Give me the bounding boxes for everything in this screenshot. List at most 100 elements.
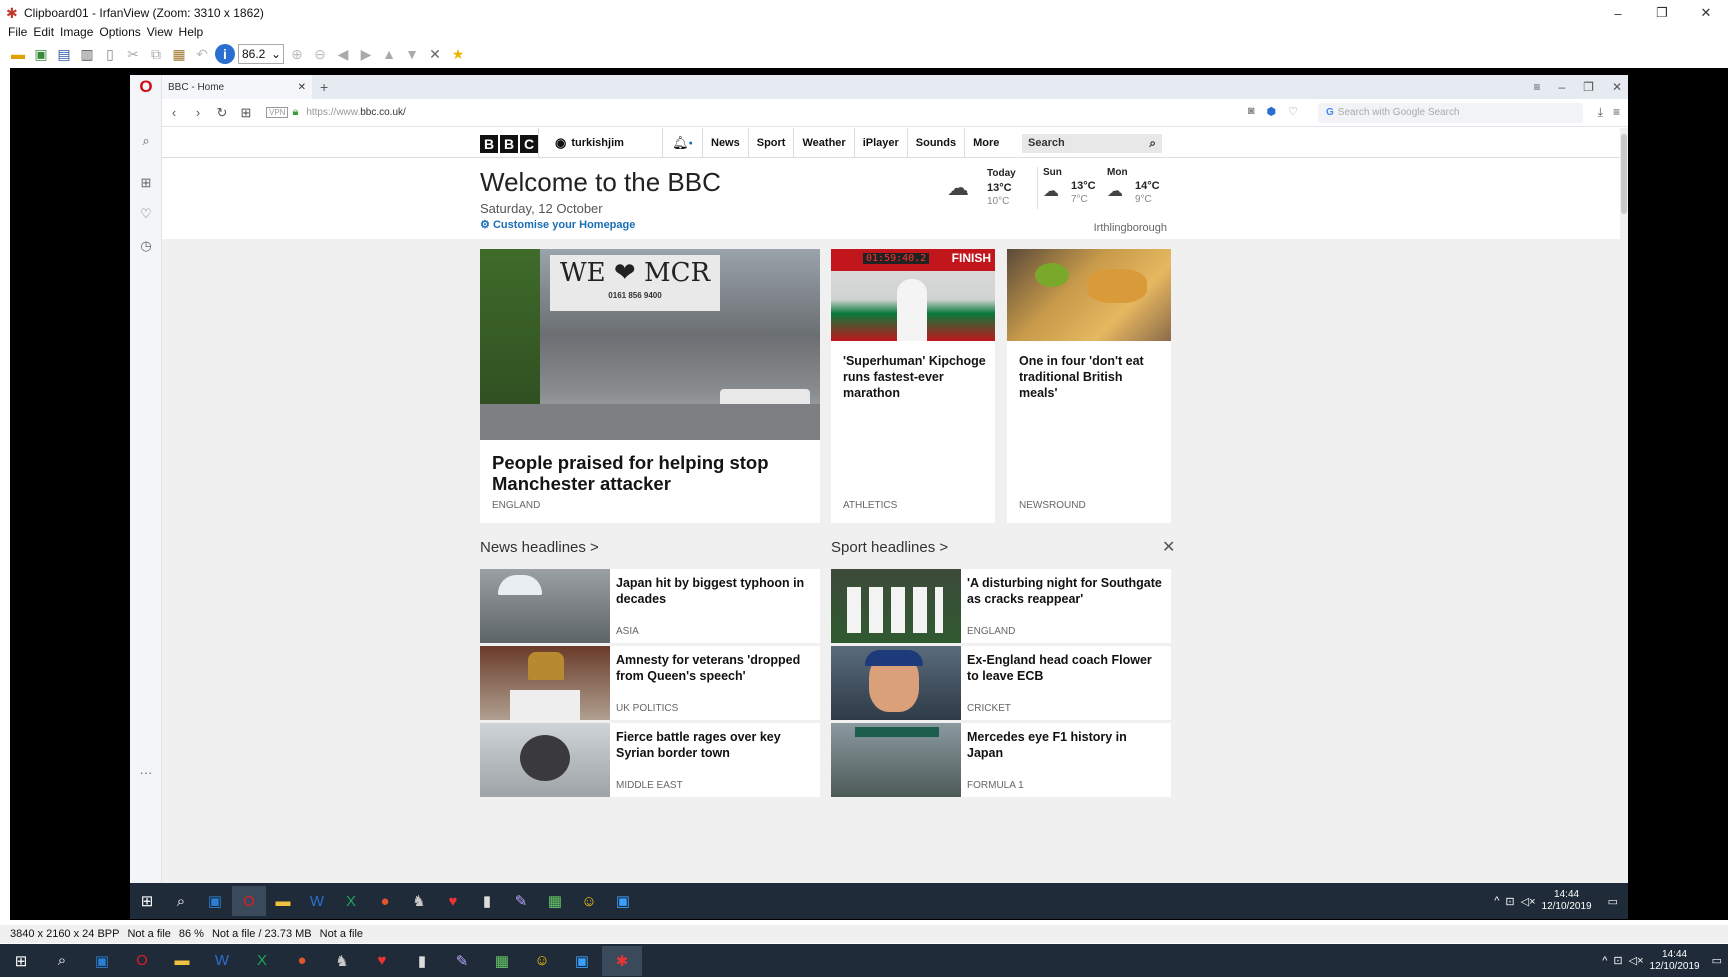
next-arrow-icon[interactable]: ▶ <box>356 44 376 64</box>
tabs-grid-icon[interactable]: ⊞ <box>234 105 258 121</box>
nav-sounds[interactable]: Sounds <box>906 128 964 158</box>
google-search-field[interactable]: G Search with Google Search <box>1318 103 1583 123</box>
app-icon[interactable]: ▮ <box>402 946 442 976</box>
save-icon[interactable]: ▤ <box>54 44 74 64</box>
story-tag[interactable]: ATHLETICS <box>843 500 897 511</box>
list-item[interactable]: Fierce battle rages over key Syrian bord… <box>480 723 820 797</box>
sport-headline[interactable]: Mercedes eye F1 history in Japan <box>967 729 1162 761</box>
delete-icon[interactable]: ▯ <box>100 44 120 64</box>
outlook-icon[interactable]: ▣ <box>198 886 232 916</box>
close-icon[interactable]: ✕ <box>1162 537 1175 557</box>
search-icon[interactable]: ⌕ <box>130 133 162 149</box>
bbc-logo[interactable]: BBC <box>480 135 538 153</box>
app-icon[interactable]: ☺ <box>572 886 606 916</box>
camera-icon[interactable]: ◙ <box>1248 105 1255 118</box>
copy-icon[interactable]: ⧉ <box>146 44 166 64</box>
slideshow-icon[interactable]: ▣ <box>31 44 51 64</box>
sky-icon[interactable]: ▣ <box>562 946 602 976</box>
top-story-card[interactable]: WE ❤ MCR 0161 856 9400 People praised fo… <box>480 249 820 523</box>
more-icon[interactable]: ··· <box>130 765 162 780</box>
calculator-icon[interactable]: ▦ <box>482 946 522 976</box>
reload-icon[interactable]: ↻ <box>210 105 234 121</box>
restore-button[interactable]: ❐ <box>1640 0 1684 26</box>
top-story-card[interactable]: 01:59:40.2 FINISH 'Superhuman' Kipchoge … <box>831 249 995 523</box>
volume-icon[interactable]: ◁× <box>1629 954 1644 967</box>
notifications-icon[interactable]: ▭ <box>1712 954 1722 967</box>
paste-icon[interactable]: ▦ <box>169 44 189 64</box>
tools-icon[interactable]: ✕ <box>425 44 445 64</box>
opera-icon[interactable]: O <box>122 946 162 976</box>
easy-setup-icon[interactable]: ≡ <box>1613 105 1620 120</box>
chevron-up-icon[interactable]: ^ <box>1602 955 1607 967</box>
menu-image[interactable]: Image <box>60 25 93 41</box>
sky-icon[interactable]: ▣ <box>606 886 640 916</box>
account-link[interactable]: ◉ turkishjim <box>538 128 658 158</box>
irfanview-icon[interactable]: ✱ <box>602 945 642 976</box>
open-folder-icon[interactable]: ▬ <box>8 44 28 64</box>
clock[interactable]: 14:44 12/10/2019 <box>1542 889 1592 913</box>
vpn-badge[interactable]: VPN <box>266 107 289 118</box>
volume-icon[interactable]: ◁× <box>1521 895 1536 908</box>
file-explorer-icon[interactable]: ▬ <box>162 946 202 976</box>
minimize-button[interactable]: – <box>1596 0 1640 26</box>
app-icon[interactable]: ♥ <box>362 946 402 976</box>
page-scrollbar[interactable] <box>1620 128 1628 883</box>
clock[interactable]: 14:44 12/10/2019 <box>1650 949 1700 973</box>
close-tab-icon[interactable]: ✕ <box>298 82 306 93</box>
nav-news[interactable]: News <box>702 128 748 158</box>
notifications-icon[interactable]: ▭ <box>1608 895 1618 908</box>
url-field[interactable]: https://www.bbc.co.uk/ <box>306 107 406 118</box>
cut-icon[interactable]: ✂ <box>123 44 143 64</box>
word-icon[interactable]: W <box>202 946 242 976</box>
scrollbar-thumb[interactable] <box>1621 134 1627 214</box>
windows-start-icon[interactable]: ⊞ <box>130 886 164 916</box>
list-item[interactable]: Amnesty for veterans 'dropped from Queen… <box>480 646 820 720</box>
story-headline[interactable]: People praised for helping stop Manchest… <box>492 452 812 494</box>
shield-icon[interactable]: ⬢ <box>1267 105 1277 118</box>
powerpoint-icon[interactable]: ● <box>368 886 402 916</box>
excel-icon[interactable]: X <box>242 946 282 976</box>
search-icon[interactable]: ⌕ <box>42 946 82 976</box>
story-headline[interactable]: One in four 'don't eat traditional Briti… <box>1019 353 1164 401</box>
news-headline[interactable]: Japan hit by biggest typhoon in decades <box>616 575 811 607</box>
app-icon[interactable]: ♞ <box>402 886 436 916</box>
back-icon[interactable]: ‹ <box>162 105 186 120</box>
news-tag[interactable]: UK POLITICS <box>616 703 678 714</box>
sport-headlines-link[interactable]: Sport headlines > <box>831 539 948 556</box>
news-headline[interactable]: Fierce battle rages over key Syrian bord… <box>616 729 811 761</box>
chevron-up-icon[interactable]: ^ <box>1494 895 1499 907</box>
list-item[interactable]: Mercedes eye F1 history in Japan FORMULA… <box>831 723 1171 797</box>
customise-link[interactable]: ⚙ Customise your Homepage <box>480 218 635 231</box>
weather-widget[interactable]: ☁ Today 13°C 10°C Sun ☁ 13°C 7°C Mon ☁ 1… <box>947 167 1167 237</box>
story-tag[interactable]: ENGLAND <box>492 500 540 511</box>
close-button[interactable]: ✕ <box>1684 0 1728 26</box>
news-tag[interactable]: MIDDLE EAST <box>616 780 683 791</box>
zoom-out-icon[interactable]: ⊖ <box>310 44 330 64</box>
news-tag[interactable]: ASIA <box>616 626 639 637</box>
info-icon[interactable]: i <box>215 44 235 64</box>
app-icon[interactable]: ☺ <box>522 946 562 976</box>
browser-restore-icon[interactable]: ❐ <box>1583 80 1594 94</box>
powerpoint-icon[interactable]: ● <box>282 946 322 976</box>
up-arrow-icon[interactable]: ▲ <box>379 44 399 64</box>
top-story-card[interactable]: One in four 'don't eat traditional Briti… <box>1007 249 1171 523</box>
previous-arrow-icon[interactable]: ◀ <box>333 44 353 64</box>
excel-icon[interactable]: X <box>334 886 368 916</box>
sport-tag[interactable]: CRICKET <box>967 703 1011 714</box>
sport-headline[interactable]: Ex-England head coach Flower to leave EC… <box>967 652 1162 684</box>
list-item[interactable]: 'A disturbing night for Southgate as cra… <box>831 569 1171 643</box>
history-icon[interactable]: ◷ <box>130 238 162 254</box>
new-tab-icon[interactable]: + <box>320 79 328 95</box>
word-icon[interactable]: W <box>300 886 334 916</box>
app-icon[interactable]: ♥ <box>436 886 470 916</box>
outlook-icon[interactable]: ▣ <box>82 946 122 976</box>
heart-icon[interactable]: ♡ <box>1288 105 1298 118</box>
notifications-bell-icon[interactable]: 🔔︎ ● <box>662 128 702 158</box>
print-icon[interactable]: ▥ <box>77 44 97 64</box>
news-headlines-link[interactable]: News headlines > <box>480 539 599 556</box>
opera-logo-icon[interactable]: O <box>130 75 162 99</box>
menu-view[interactable]: View <box>147 25 173 41</box>
weather-mon[interactable]: Mon ☁ 14°C 9°C <box>1107 167 1160 205</box>
zoom-in-icon[interactable]: ⊕ <box>287 44 307 64</box>
network-icon[interactable]: ⊡ <box>1505 895 1514 908</box>
